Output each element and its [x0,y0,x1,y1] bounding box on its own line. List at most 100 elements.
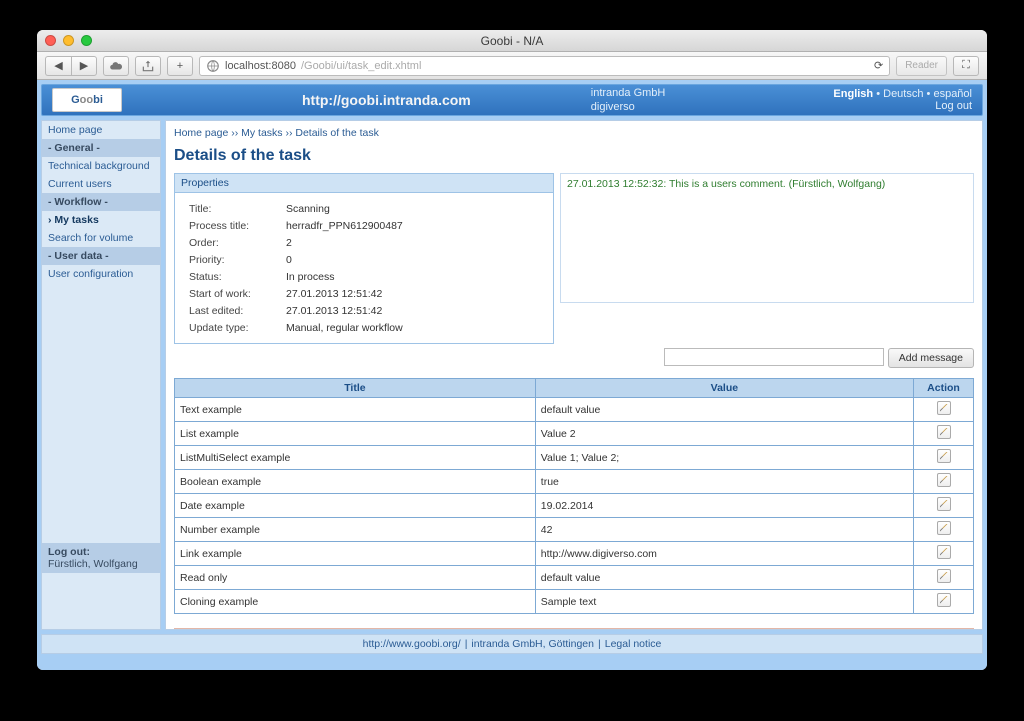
table-row: Read onlydefault value [175,566,974,590]
fullscreen-button[interactable]: ⛶ [953,56,979,76]
add-message-input[interactable] [664,348,884,366]
comment-box: 27.01.2013 12:52:32: This is a users com… [560,173,974,303]
icloud-button[interactable] [103,56,129,76]
table-row: Number example42 [175,518,974,542]
bc-details: Details of the task [295,127,378,139]
table-row: Text exampledefault value [175,398,974,422]
cell-title: ListMultiSelect example [175,446,536,470]
cell-value: http://www.digiverso.com [535,542,913,566]
lang-deutsch[interactable]: Deutsch [883,88,923,100]
cell-title: Date example [175,494,536,518]
prop-key: Update type: [185,320,280,335]
breadcrumb: Home page ›› My tasks ›› Details of the … [174,127,974,139]
properties-heading: Properties [175,174,553,193]
nav-user-config[interactable]: User configuration [42,265,160,283]
edit-icon[interactable] [937,449,951,463]
prop-value: In process [282,269,407,284]
bc-my-tasks[interactable]: My tasks [241,127,282,139]
table-row: Link examplehttp://www.digiverso.com [175,542,974,566]
prop-value: Scanning [282,201,407,216]
share-icon [141,59,155,73]
nav-home[interactable]: Home page [42,121,160,139]
edit-icon[interactable] [937,545,951,559]
nav-current-users[interactable]: Current users [42,175,160,193]
window-titlebar: Goobi - N/A [37,30,987,52]
nav-group-userdata: - User data - [42,247,160,265]
table-row: ListMultiSelect exampleValue 1; Value 2; [175,446,974,470]
cell-title: Cloning example [175,590,536,614]
cell-title: Number example [175,518,536,542]
reload-icon[interactable]: ⟳ [874,59,883,72]
forward-button[interactable]: ▶ [71,56,97,76]
cell-title: List example [175,422,536,446]
prop-value: Manual, regular workflow [282,320,407,335]
cell-value: default value [535,566,913,590]
prop-key: Status: [185,269,280,284]
cell-value: Sample text [535,590,913,614]
edit-icon[interactable] [937,569,951,583]
url-host: localhost:8080 [225,60,296,72]
edit-icon[interactable] [937,521,951,535]
url-path: /Goobi/ui/task_edit.xhtml [301,60,421,72]
add-button[interactable]: + [167,56,193,76]
cell-title: Link example [175,542,536,566]
col-action: Action [914,379,974,398]
footer-intranda[interactable]: intranda GmbH, Göttingen [471,638,594,650]
share-button[interactable] [135,56,161,76]
edit-icon[interactable] [937,401,951,415]
table-row: Date example19.02.2014 [175,494,974,518]
nav-group-general: - General - [42,139,160,157]
prop-value: 27.01.2013 12:51:42 [282,303,407,318]
cell-value: true [535,470,913,494]
sidebar: Home page - General - Technical backgrou… [41,120,161,630]
prop-value: 0 [282,252,407,267]
footer-goobi-link[interactable]: http://www.goobi.org/ [363,638,461,650]
cloud-icon [109,59,123,73]
table-row: Boolean exampletrue [175,470,974,494]
header-url[interactable]: http://goobi.intranda.com [302,92,471,108]
properties-grid: Title Value Action Text exampledefault v… [174,378,974,614]
prop-value: herradfr_PPN612900487 [282,218,407,233]
browser-toolbar: ◀ ▶ + localhost:8080/Goobi/ui/task_edit.… [37,52,987,80]
reader-button[interactable]: Reader [896,56,947,76]
nav-my-tasks[interactable]: › My tasks [42,211,160,229]
possible-actions-heading: Possible actions [175,629,973,630]
url-bar[interactable]: localhost:8080/Goobi/ui/task_edit.xhtml … [199,56,890,76]
goobi-logo[interactable]: Goobi [52,88,122,112]
add-message-button[interactable]: Add message [888,348,974,368]
cell-title: Read only [175,566,536,590]
edit-icon[interactable] [937,473,951,487]
cell-value: default value [535,398,913,422]
cell-value: Value 1; Value 2; [535,446,913,470]
cell-value: 42 [535,518,913,542]
cell-value: 19.02.2014 [535,494,913,518]
prop-key: Last edited: [185,303,280,318]
edit-icon[interactable] [937,593,951,607]
col-value: Value [535,379,913,398]
lang-espanol[interactable]: español [933,88,972,100]
lang-english[interactable]: English [833,88,873,100]
prop-key: Process title: [185,218,280,233]
page-title: Details of the task [174,147,974,165]
edit-icon[interactable] [937,497,951,511]
nav-technical-background[interactable]: Technical background [42,157,160,175]
prop-key: Order: [185,235,280,250]
cell-title: Text example [175,398,536,422]
edit-icon[interactable] [937,425,951,439]
prop-key: Title: [185,201,280,216]
logout-link[interactable]: Log out [833,100,972,112]
possible-actions-panel: Possible actions Release edition of this… [174,628,974,630]
cell-value: Value 2 [535,422,913,446]
main-content: Home page ›› My tasks ›› Details of the … [165,120,983,630]
logout-panel[interactable]: Log out:Fürstlich, Wolfgang [42,543,160,573]
bc-home[interactable]: Home page [174,127,228,139]
table-row: Cloning exampleSample text [175,590,974,614]
footer: http://www.goobi.org/ | intranda GmbH, G… [41,634,983,654]
nav-group-workflow: - Workflow - [42,193,160,211]
prop-value: 2 [282,235,407,250]
prop-key: Start of work: [185,286,280,301]
nav-search-volume[interactable]: Search for volume [42,229,160,247]
comment-timestamp: 27.01.2013 12:52:32: [567,178,666,190]
footer-legal[interactable]: Legal notice [605,638,662,650]
back-button[interactable]: ◀ [45,56,71,76]
